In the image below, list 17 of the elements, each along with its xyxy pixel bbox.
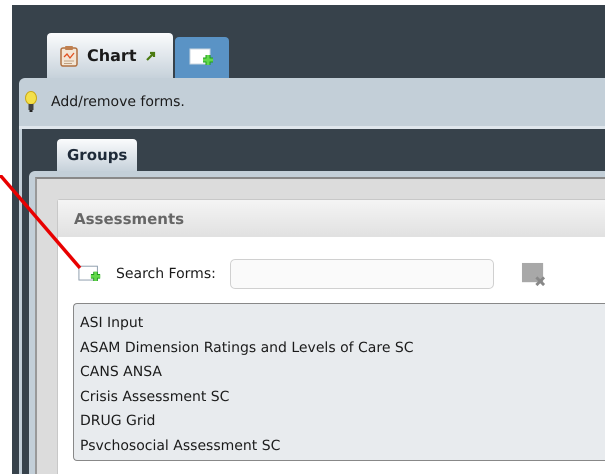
search-label: Search Forms: bbox=[116, 266, 216, 282]
lightbulb-icon bbox=[25, 91, 37, 113]
pop-out-arrow-icon[interactable] bbox=[145, 50, 158, 62]
form-item[interactable]: ASAM Dimension Ratings and Levels of Care SC bbox=[80, 336, 605, 360]
form-item[interactable]: Crisis Assessment SC bbox=[80, 384, 605, 409]
search-field[interactable] bbox=[230, 259, 494, 289]
form-item[interactable]: DRUG Grid bbox=[80, 409, 605, 434]
form-item[interactable]: CANS ANSA bbox=[80, 360, 605, 384]
panel-title: Assessments bbox=[74, 210, 184, 228]
add-tab[interactable] bbox=[175, 37, 229, 78]
hint-text: Add/remove forms. bbox=[51, 94, 185, 110]
groups-tab[interactable]: Groups bbox=[57, 139, 138, 171]
form-item[interactable]: Psvchosocial Assessment SC bbox=[80, 434, 605, 458]
clear-search-icon[interactable] bbox=[520, 262, 546, 286]
clipboard-icon bbox=[60, 44, 78, 66]
form-item[interactable]: ASI Input bbox=[80, 311, 605, 336]
chart-tab[interactable]: Chart bbox=[47, 33, 173, 78]
